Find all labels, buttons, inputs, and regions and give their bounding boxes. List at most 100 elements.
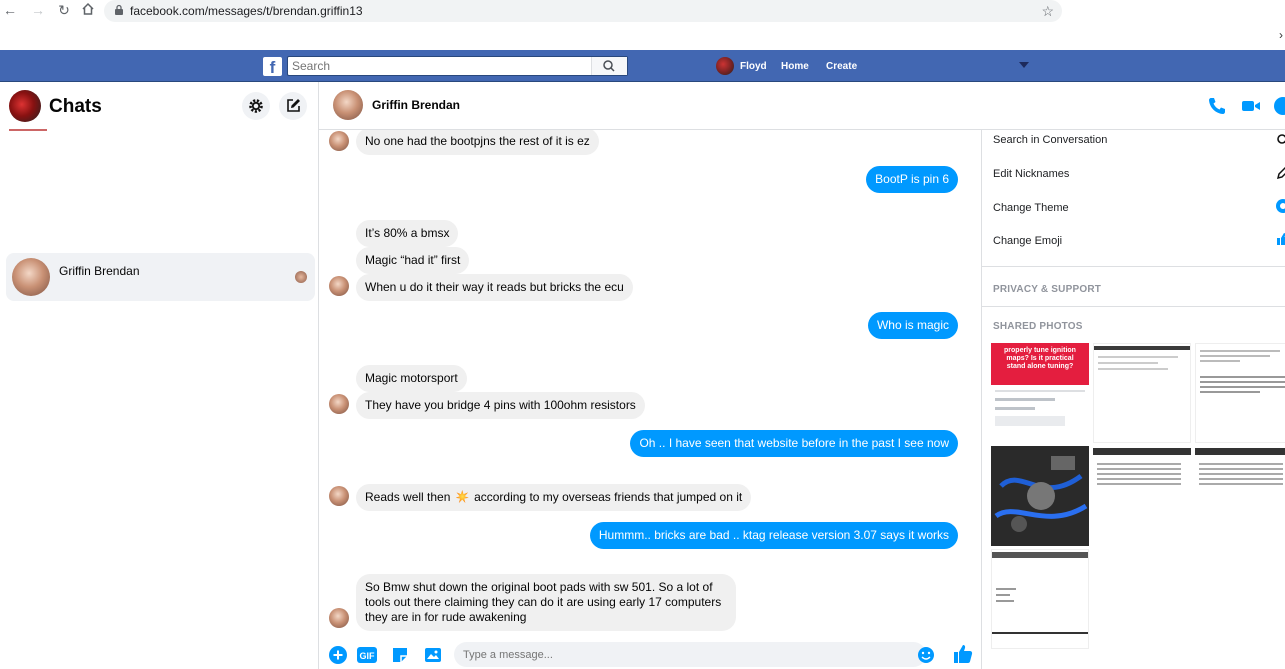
message-input[interactable] [454, 642, 926, 667]
conversation-name: Griffin Brendan [59, 264, 140, 278]
divider [1200, 350, 1280, 352]
message-incoming[interactable]: Magic motorsport [356, 365, 467, 392]
shared-photos-grid: properly tune ignition maps? Is it pract… [991, 343, 1285, 653]
divider [1199, 463, 1283, 465]
collision-emoji-icon [455, 490, 469, 503]
settings-button[interactable] [242, 92, 270, 120]
divider [1093, 448, 1191, 455]
video-call-icon[interactable] [1241, 96, 1261, 116]
info-icon[interactable] [1273, 96, 1285, 116]
divider [1097, 478, 1181, 480]
gif-icon[interactable]: GIF [357, 646, 377, 664]
create-link[interactable]: Create [826, 61, 857, 72]
search-button[interactable] [591, 57, 627, 75]
message-incoming[interactable]: They have you bridge 4 pins with 100ohm … [356, 392, 645, 419]
message-text: Reads well then [365, 490, 451, 504]
shared-photo[interactable] [1093, 343, 1191, 443]
change-theme[interactable]: Change Theme [993, 202, 1069, 214]
avatar [329, 276, 349, 296]
divider [1200, 355, 1270, 357]
facebook-search [287, 56, 628, 76]
chats-title: Chats [49, 96, 102, 117]
message-text: according to my overseas friends that ju… [474, 490, 743, 504]
plus-circle-icon[interactable] [329, 646, 347, 664]
divider [1200, 376, 1285, 378]
divider [995, 416, 1065, 426]
divider [1200, 391, 1260, 393]
shared-photo[interactable] [991, 549, 1089, 649]
divider [1097, 483, 1181, 485]
theme-circle-icon[interactable] [1276, 199, 1285, 213]
pencil-icon[interactable] [1276, 166, 1285, 180]
message-composer: GIF [319, 638, 981, 669]
divider [1199, 473, 1283, 475]
sticker-icon[interactable] [391, 646, 409, 664]
thumbs-up-icon[interactable] [1276, 232, 1285, 246]
message-incoming[interactable]: It’s 80% a bmsx [356, 220, 459, 247]
message-incoming[interactable]: Magic “had it” first [356, 247, 470, 274]
seen-avatar-icon [295, 271, 307, 283]
photo-icon[interactable] [424, 646, 442, 664]
shared-photo[interactable] [991, 446, 1089, 546]
star-icon[interactable]: ☆ [1041, 3, 1054, 20]
message-incoming[interactable]: No one had the bootpjns the rest of it i… [356, 130, 599, 155]
chats-header: Chats [0, 82, 318, 128]
thumbs-up-icon[interactable] [952, 643, 974, 665]
lock-icon [115, 4, 123, 15]
shared-photo[interactable] [1195, 446, 1285, 546]
message-incoming[interactable]: So Bmw shut down the original boot pads … [356, 574, 736, 631]
divider [1098, 356, 1178, 358]
account-dropdown-icon[interactable] [1019, 62, 1029, 68]
avatar [329, 131, 349, 151]
message-outgoing[interactable]: Oh .. I have seen that website before in… [630, 430, 958, 457]
arrow-right-icon[interactable]: → [30, 2, 46, 18]
message-outgoing[interactable]: Who is magic [867, 312, 958, 339]
phone-icon[interactable] [1207, 96, 1227, 116]
new-message-button[interactable] [279, 92, 307, 120]
contact-name[interactable]: Griffin Brendan [372, 98, 460, 112]
shared-photo[interactable] [1195, 343, 1285, 443]
facebook-search-input[interactable] [288, 57, 588, 75]
message-outgoing[interactable]: Hummm.. bricks are bad .. ktag release v… [589, 522, 958, 549]
avatar [329, 394, 349, 414]
avatar[interactable] [333, 90, 363, 120]
arrow-left-icon[interactable]: ← [2, 2, 18, 18]
gear-icon [249, 99, 263, 113]
photo-caption: properly tune ignition maps? Is it pract… [991, 343, 1089, 385]
divider [996, 594, 1010, 596]
shared-photos-section[interactable]: SHARED PHOTOS [993, 321, 1083, 332]
divider [1199, 483, 1283, 485]
facebook-logo-icon[interactable]: f [263, 57, 282, 76]
edit-nicknames[interactable]: Edit Nicknames [993, 168, 1069, 180]
message-incoming[interactable]: When u do it their way it reads but bric… [356, 274, 633, 301]
search-icon[interactable] [1276, 133, 1285, 147]
emoji-icon[interactable] [917, 646, 935, 664]
message-outgoing[interactable]: BootP is pin 6 [866, 166, 958, 193]
message-thread: No one had the bootpjns the rest of it i… [319, 130, 981, 638]
home-icon[interactable] [80, 2, 96, 18]
home-link[interactable]: Home [781, 61, 809, 72]
browser-toolbar: ← → ↻ facebook.com/messages/t/brendan.gr… [0, 0, 1285, 42]
profile-link[interactable]: Floyd [716, 57, 767, 75]
privacy-support-section[interactable]: PRIVACY & SUPPORT [993, 284, 1101, 295]
search-in-conversation[interactable]: Search in Conversation [993, 134, 1107, 146]
shared-photo[interactable]: properly tune ignition maps? Is it pract… [991, 343, 1089, 443]
svg-text:GIF: GIF [360, 651, 376, 661]
divider [1195, 448, 1285, 455]
avatar[interactable] [9, 90, 41, 122]
divider [1200, 360, 1240, 362]
shared-photo[interactable] [1093, 446, 1191, 546]
conversation-item-griffin-brendan[interactable]: Griffin Brendan [6, 253, 315, 301]
divider [995, 398, 1055, 401]
reload-icon[interactable]: ↻ [56, 2, 72, 18]
address-bar[interactable]: facebook.com/messages/t/brendan.griffin1… [104, 0, 1062, 22]
divider [1199, 468, 1283, 470]
conversation-header: Griffin Brendan [319, 82, 1285, 130]
change-emoji[interactable]: Change Emoji [993, 235, 1062, 247]
message-incoming[interactable]: Reads well then according to my overseas… [356, 484, 752, 511]
divider [1097, 468, 1181, 470]
chevron-right-icon[interactable]: › [1279, 28, 1283, 42]
divider [995, 407, 1035, 410]
compose-icon [287, 99, 300, 112]
facebook-top-bar: f Floyd Home Create [0, 50, 1285, 82]
